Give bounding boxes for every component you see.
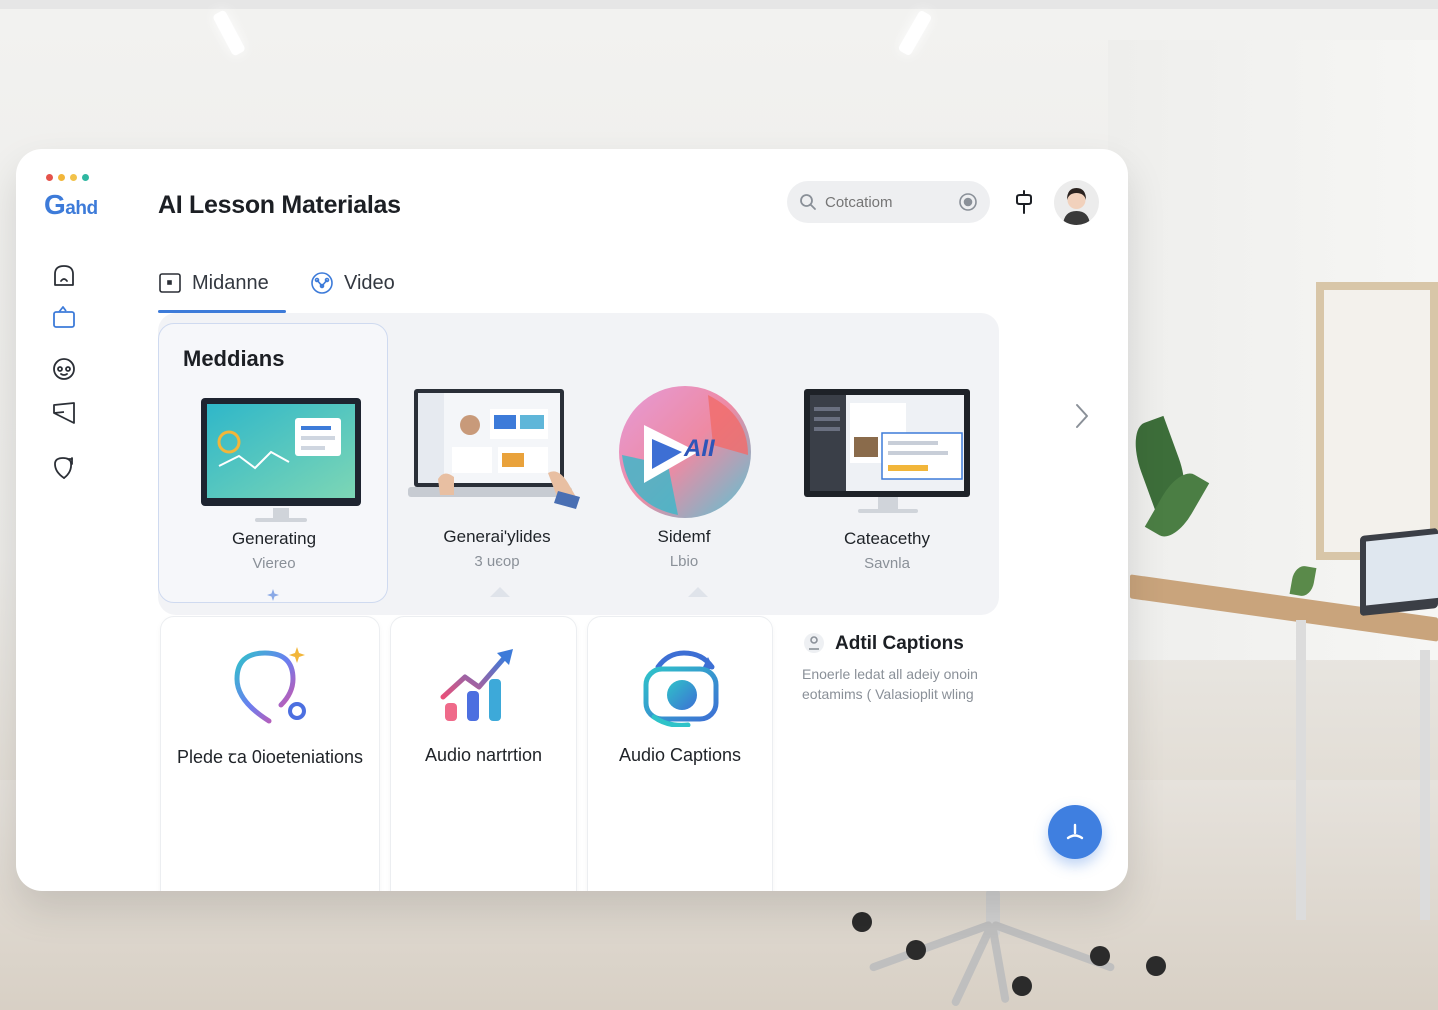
desk-leg (1420, 650, 1430, 920)
card-label: Audio nartrtion (424, 745, 543, 765)
face-icon (53, 358, 75, 380)
monitor-illustration-icon (201, 398, 361, 522)
home-icon (54, 265, 74, 286)
sparkle-icon (267, 589, 279, 601)
media-card-featured[interactable]: Meddians Generating Viereo (158, 323, 388, 603)
search-input[interactable] (825, 193, 945, 211)
media-card-cateacethy[interactable]: Cateacethy Savnla (798, 385, 976, 605)
media-card-sidemf[interactable]: AII Sidemf Lbio (604, 383, 764, 605)
info-description: Enoerle ledat all adeiy onoin eotamims (… (802, 666, 978, 702)
wall-frame (1316, 282, 1438, 560)
page-title: AI Lesson Materialas (158, 191, 401, 219)
floating-action-button[interactable] (1048, 805, 1102, 859)
network-icon (311, 272, 333, 294)
tab-midanne[interactable]: Midanne (158, 254, 269, 312)
laptop (1360, 527, 1438, 617)
tab-label: Video (344, 271, 395, 294)
card-label: Plede ꞇa 0ioeteniations (177, 747, 363, 767)
app-window: Gahd AI Lesson Materialas Cotcatiom Mida… (16, 149, 1128, 891)
search-icon (800, 194, 816, 210)
sidebar-item-send[interactable] (46, 395, 82, 431)
tab-label: Midanne (192, 271, 269, 294)
info-title: Adtil Captions (835, 633, 964, 654)
laptop-illustration-icon (408, 389, 580, 509)
feature-card-narration[interactable]: Audio nartrtion (390, 616, 577, 891)
carousel-title: Meddians (183, 346, 285, 371)
sidebar-item-folder[interactable] (46, 299, 82, 335)
card-label: Audio Captions (618, 745, 742, 765)
media-carousel: Meddians Generating Viereo Generai'ylide… (158, 313, 999, 615)
send-icon (53, 402, 75, 424)
user-icon (804, 633, 824, 653)
media-label: Cateacethy (844, 529, 930, 548)
window-dots (46, 174, 89, 181)
search-bar[interactable] (787, 181, 990, 223)
carousel-next-icon[interactable] (1072, 401, 1092, 431)
logo-mark-icon: G (44, 189, 66, 220)
caret-up-icon (688, 587, 708, 597)
avatar-icon (1063, 188, 1090, 225)
desk-leg (1296, 620, 1306, 920)
media-sublabel: Lbio (669, 553, 699, 570)
feature-card-audio-captions[interactable]: Audio Captions (587, 616, 773, 891)
top-strip (0, 0, 1438, 9)
user-avatar[interactable] (1054, 180, 1099, 225)
pin-icon[interactable] (1012, 189, 1036, 215)
media-label: Sidemf (657, 527, 711, 546)
tab-video[interactable]: Video (310, 254, 395, 312)
trend-chart-icon (440, 649, 513, 721)
logo-text: ahd (65, 198, 98, 219)
feature-card-presentations[interactable]: Plede ꞇa 0ioeteniations (160, 616, 380, 891)
sidebar-item-shield[interactable] (46, 449, 82, 485)
shield-icon (54, 457, 73, 479)
media-sublabel: Savnla (864, 555, 910, 572)
media-label: Generating (231, 529, 317, 548)
media-item: Generating Viereo (159, 529, 389, 572)
clear-search-icon[interactable] (958, 192, 978, 212)
square-icon (159, 273, 181, 293)
ceiling-light (897, 9, 933, 57)
caret-up-icon (490, 587, 510, 597)
ceiling-light (212, 9, 246, 57)
media-card-slides[interactable]: Generai'ylides 3 uєop (402, 383, 592, 605)
chair-base (852, 890, 1166, 1008)
media-label: Generai'ylides (443, 527, 551, 546)
sidebar-item-home[interactable] (46, 257, 82, 293)
refresh-camera-icon (643, 650, 719, 727)
orb-badge-text: AII (684, 435, 715, 462)
app-logo[interactable]: Gahd (44, 189, 98, 221)
person-icon (1066, 823, 1084, 840)
folder-icon (53, 306, 75, 328)
speech-bubble-icon (234, 647, 306, 724)
sidebar-item-face[interactable] (46, 351, 82, 387)
media-sublabel: 3 uєop (474, 553, 520, 570)
info-panel: Adtil Captions Enoerle ledat all adeiy o… (783, 616, 1013, 891)
desktop-illustration-icon (804, 389, 970, 513)
media-sublabel: Viereo (252, 555, 296, 572)
